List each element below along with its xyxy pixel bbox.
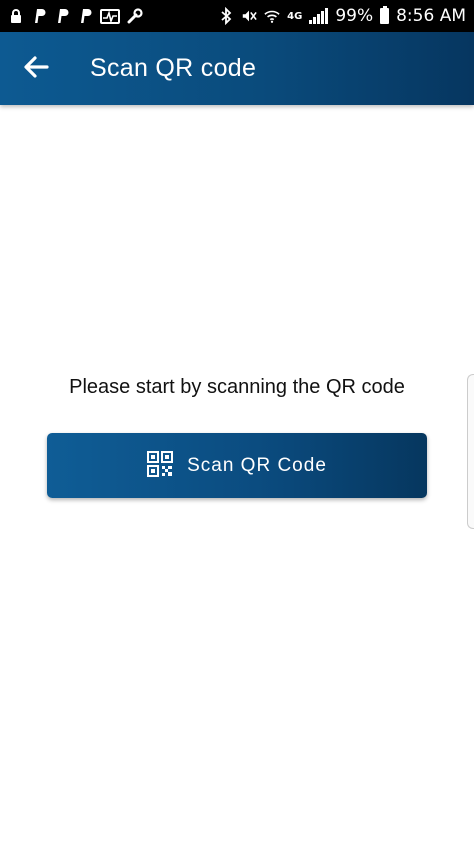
signal-icon [309, 8, 329, 24]
bluetooth-icon [218, 7, 234, 25]
paypal-icon [77, 7, 93, 25]
scan-prompt: Please start by scanning the QR code [69, 376, 405, 398]
page-title: Scan QR code [90, 54, 257, 82]
wrench-icon [127, 7, 143, 25]
wifi-icon [264, 7, 280, 25]
paypal-icon [54, 7, 70, 25]
lock-icon [8, 7, 24, 25]
network-type: 4G [287, 10, 303, 22]
qr-code-icon [147, 450, 174, 481]
battery-icon [380, 6, 390, 24]
paypal-icon [31, 7, 47, 25]
edge-panel-handle[interactable] [467, 374, 474, 529]
status-bar: 4G 99% 8:56 AM [0, 0, 474, 32]
battery-percent: 99% [335, 6, 374, 26]
scan-button-label: Scan QR Code [187, 454, 327, 476]
status-right: 4G 99% 8:56 AM [218, 6, 466, 26]
scan-qr-code-button[interactable]: Scan QR Code [47, 433, 427, 498]
status-left [8, 7, 143, 25]
pulse-icon [100, 7, 120, 25]
app-bar: Scan QR code [0, 32, 474, 105]
arrow-left-icon [23, 55, 49, 82]
mute-icon [241, 7, 257, 25]
clock: 8:56 AM [396, 6, 466, 26]
back-button[interactable] [0, 32, 72, 105]
